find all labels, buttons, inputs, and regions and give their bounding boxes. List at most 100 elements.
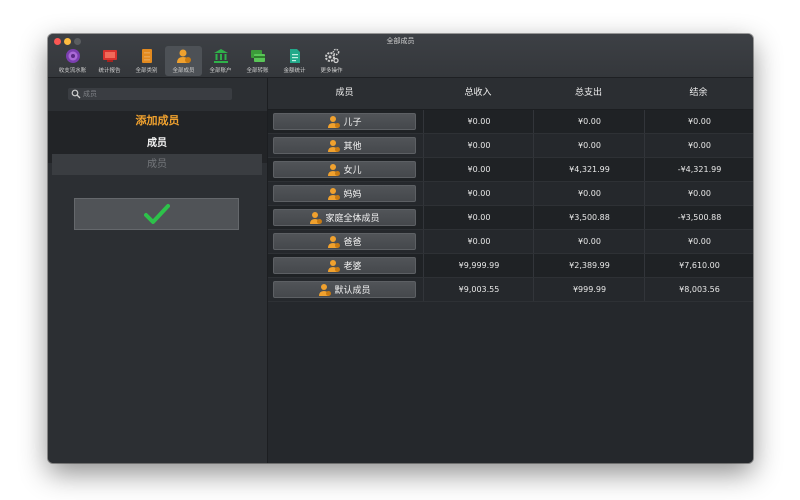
person-icon xyxy=(328,139,341,152)
income-cell: ¥0.00 xyxy=(423,230,534,253)
income-cell: ¥0.00 xyxy=(423,182,534,205)
toolbar-label: 收支流水账 xyxy=(58,68,87,74)
member-name: 女儿 xyxy=(343,166,362,176)
toolbar-category[interactable]: 全部类别 xyxy=(128,46,165,76)
toolbar-label: 金额统计 xyxy=(283,68,306,74)
report-icon xyxy=(101,47,119,65)
balance-cell: -¥4,321.99 xyxy=(644,158,753,181)
category-icon xyxy=(138,47,156,65)
table-row[interactable]: 妈妈 ¥0.00 ¥0.00 ¥0.00 xyxy=(268,182,753,206)
toolbar-label: 全部账户 xyxy=(209,68,232,74)
transfer-icon xyxy=(249,47,267,65)
member-name: 家庭全体成员 xyxy=(325,214,380,224)
toolbar-ledger[interactable]: 收支流水账 xyxy=(54,46,91,76)
income-cell: ¥0.00 xyxy=(423,134,534,157)
member-name: 老婆 xyxy=(343,262,362,272)
income-cell: ¥9,003.55 xyxy=(423,278,534,301)
table-row[interactable]: 爸爸 ¥0.00 ¥0.00 ¥0.00 xyxy=(268,230,753,254)
table-body: 儿子 ¥0.00 ¥0.00 ¥0.00 其他 ¥0.00 ¥0.00 ¥0.00 女儿 ¥0.0… xyxy=(268,110,753,302)
column-header-income[interactable]: 总收入 xyxy=(423,78,533,109)
gears-icon xyxy=(323,47,341,65)
column-header-member[interactable]: 成员 xyxy=(273,78,416,109)
toolbar-report[interactable]: 统计报告 xyxy=(91,46,128,76)
member-name-button[interactable]: 默认成员 xyxy=(273,281,416,298)
amount-stats-icon xyxy=(286,47,304,65)
person-icon xyxy=(328,235,341,248)
toolbar-label: 更多操作 xyxy=(320,68,343,74)
member-name: 其他 xyxy=(343,142,362,152)
app-window: 全部成员 收支流水账 统计报告 全部类别 全部成员 全部账户 全部转账 金额统计… xyxy=(48,34,753,463)
member-name-button[interactable]: 儿子 xyxy=(273,113,416,130)
search-box xyxy=(68,88,232,100)
member-name: 爸爸 xyxy=(343,238,362,248)
column-header-balance[interactable]: 结余 xyxy=(644,78,753,109)
expense-cell: ¥2,389.99 xyxy=(533,254,645,277)
member-name: 默认成员 xyxy=(334,286,371,296)
table-row[interactable]: 默认成员 ¥9,003.55 ¥999.99 ¥8,003.56 xyxy=(268,278,753,302)
toolbar-label: 全部转账 xyxy=(246,68,269,74)
toolbar-members[interactable]: 全部成员 xyxy=(165,46,202,76)
income-cell: ¥0.00 xyxy=(423,158,534,181)
toolbar-transfers[interactable]: 全部转账 xyxy=(239,46,276,76)
member-name: 儿子 xyxy=(343,118,362,128)
member-name-button[interactable]: 妈妈 xyxy=(273,185,416,202)
member-name-button[interactable]: 其他 xyxy=(273,137,416,154)
ledger-icon xyxy=(64,47,82,65)
member-name: 妈妈 xyxy=(343,190,362,200)
table-row[interactable]: 老婆 ¥9,999.99 ¥2,389.99 ¥7,610.00 xyxy=(268,254,753,278)
table-row[interactable]: 儿子 ¥0.00 ¥0.00 ¥0.00 xyxy=(268,110,753,134)
toolbar-label: 全部成员 xyxy=(172,68,195,74)
toolbar-label: 全部类别 xyxy=(135,68,158,74)
search-icon xyxy=(71,89,81,99)
member-name-button[interactable]: 老婆 xyxy=(273,257,416,274)
table-row[interactable]: 家庭全体成员 ¥0.00 ¥3,500.88 -¥3,500.88 xyxy=(268,206,753,230)
checkmark-icon xyxy=(143,204,170,224)
search-input[interactable] xyxy=(81,90,225,98)
expense-cell: ¥0.00 xyxy=(533,230,645,253)
table-row[interactable]: 其他 ¥0.00 ¥0.00 ¥0.00 xyxy=(268,134,753,158)
balance-cell: ¥7,610.00 xyxy=(644,254,753,277)
toolbar: 收支流水账 统计报告 全部类别 全部成员 全部账户 全部转账 金额统计 更多操作 xyxy=(54,46,350,76)
add-member-title: 添加成员 xyxy=(135,114,180,127)
table-row[interactable]: 女儿 ¥0.00 ¥4,321.99 -¥4,321.99 xyxy=(268,158,753,182)
toolbar-more[interactable]: 更多操作 xyxy=(313,46,350,76)
toolbar-accounts[interactable]: 全部账户 xyxy=(202,46,239,76)
balance-cell: ¥0.00 xyxy=(644,134,753,157)
toolbar-amount-stats[interactable]: 金额统计 xyxy=(276,46,313,76)
bank-icon xyxy=(212,47,230,65)
members-table: 成员 总收入 总支出 结余 儿子 ¥0.00 ¥0.00 ¥0.00 其他 ¥0.00 ¥0… xyxy=(268,78,753,463)
member-name-button[interactable]: 爸爸 xyxy=(273,233,416,250)
member-name-button[interactable]: 家庭全体成员 xyxy=(273,209,416,226)
expense-cell: ¥999.99 xyxy=(533,278,645,301)
balance-cell: ¥0.00 xyxy=(644,110,753,133)
person-icon xyxy=(328,259,341,272)
person-icon xyxy=(328,187,341,200)
member-name-input[interactable]: 成员 xyxy=(52,154,262,175)
person-icon xyxy=(328,115,341,128)
expense-cell: ¥4,321.99 xyxy=(533,158,645,181)
balance-cell: -¥3,500.88 xyxy=(644,206,753,229)
expense-cell: ¥0.00 xyxy=(533,134,645,157)
window-title: 全部成员 xyxy=(386,37,415,45)
expense-cell: ¥3,500.88 xyxy=(533,206,645,229)
income-cell: ¥9,999.99 xyxy=(423,254,534,277)
confirm-add-button[interactable] xyxy=(74,198,239,230)
expense-cell: ¥0.00 xyxy=(533,182,645,205)
table-header: 成员 总收入 总支出 结余 xyxy=(268,78,753,110)
person-icon xyxy=(319,283,332,296)
members-icon xyxy=(175,47,193,65)
balance-cell: ¥8,003.56 xyxy=(644,278,753,301)
balance-cell: ¥0.00 xyxy=(644,182,753,205)
member-name-button[interactable]: 女儿 xyxy=(273,161,416,178)
income-cell: ¥0.00 xyxy=(423,206,534,229)
sidebar: 添加成员 成员 成员 xyxy=(48,78,268,463)
income-cell: ¥0.00 xyxy=(423,110,534,133)
member-field-label: 成员 xyxy=(147,138,167,149)
balance-cell: ¥0.00 xyxy=(644,230,753,253)
expense-cell: ¥0.00 xyxy=(533,110,645,133)
column-header-expense[interactable]: 总支出 xyxy=(533,78,644,109)
title-bar: 全部成员 收支流水账 统计报告 全部类别 全部成员 全部账户 全部转账 金额统计… xyxy=(48,34,753,78)
person-icon xyxy=(328,163,341,176)
toolbar-label: 统计报告 xyxy=(98,68,121,74)
person-icon xyxy=(310,211,323,224)
